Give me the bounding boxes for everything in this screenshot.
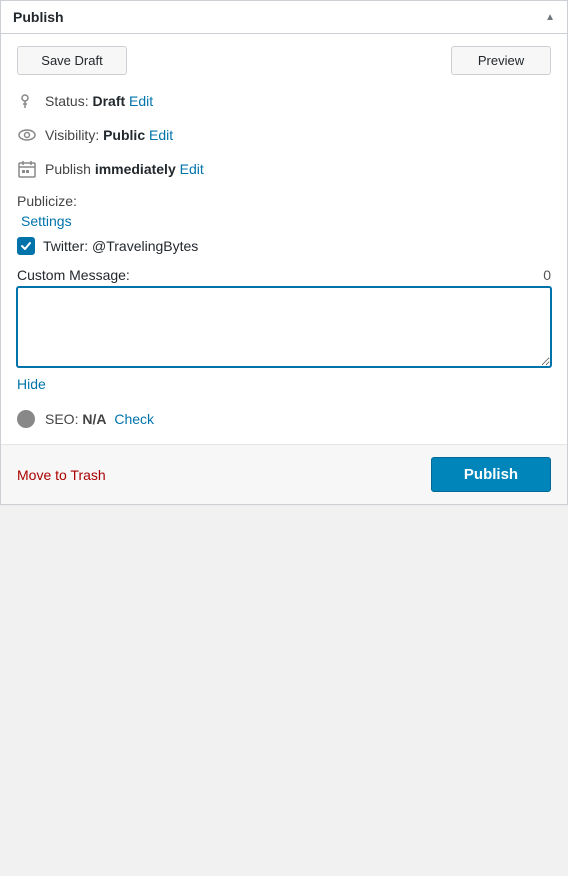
seo-text: SEO: N/A Check: [45, 411, 154, 427]
calendar-icon: [17, 159, 45, 179]
panel-footer: Move to Trash Publish: [1, 444, 567, 504]
hide-link[interactable]: Hide: [17, 376, 46, 392]
custom-message-input[interactable]: [17, 287, 551, 367]
twitter-label: Twitter: @TravelingBytes: [43, 238, 198, 254]
char-count: 0: [543, 267, 551, 283]
custom-message-section: Custom Message: 0 Hide: [17, 267, 551, 406]
visibility-edit-link[interactable]: Edit: [149, 127, 173, 143]
panel-header: Publish ▲: [1, 1, 567, 34]
publish-time-value: immediately: [95, 161, 176, 177]
visibility-row: Visibility: Public Edit: [17, 125, 551, 145]
publish-time-text: Publish immediately Edit: [45, 161, 204, 177]
publish-time-edit-link[interactable]: Edit: [180, 161, 204, 177]
status-edit-link[interactable]: Edit: [129, 93, 153, 109]
publish-time-row: Publish immediately Edit: [17, 159, 551, 179]
seo-value: N/A: [82, 411, 106, 427]
seo-row: SEO: N/A Check: [17, 410, 551, 428]
seo-status-dot: [17, 410, 35, 428]
publish-button[interactable]: Publish: [431, 457, 551, 492]
twitter-checkbox[interactable]: [17, 237, 35, 255]
panel-toggle-icon[interactable]: ▲: [545, 12, 555, 23]
visibility-text: Visibility: Public Edit: [45, 127, 173, 143]
status-row: Status: Draft Edit: [17, 91, 551, 111]
panel-title: Publish: [13, 9, 64, 25]
twitter-checkbox-row: Twitter: @TravelingBytes: [17, 237, 551, 255]
visibility-icon: [17, 125, 45, 145]
publicize-section: Publicize: Settings Twitter: @TravelingB…: [17, 193, 551, 255]
preview-button[interactable]: Preview: [451, 46, 551, 75]
panel-body: Save Draft Preview Status: Draft Edit: [1, 34, 567, 444]
custom-message-label: Custom Message:: [17, 267, 130, 283]
action-buttons-row: Save Draft Preview: [17, 46, 551, 75]
publicize-settings-link[interactable]: Settings: [21, 213, 551, 229]
publish-panel: Publish ▲ Save Draft Preview Status: Dra…: [0, 0, 568, 505]
save-draft-button[interactable]: Save Draft: [17, 46, 127, 75]
checkmark-icon: [20, 240, 32, 252]
custom-message-header: Custom Message: 0: [17, 267, 551, 283]
visibility-value: Public: [103, 127, 145, 143]
seo-check-link[interactable]: Check: [114, 411, 154, 427]
status-value: Draft: [92, 93, 125, 109]
publicize-label: Publicize:: [17, 193, 551, 209]
status-text: Status: Draft Edit: [45, 93, 153, 109]
status-icon: [17, 91, 45, 111]
move-to-trash-link[interactable]: Move to Trash: [17, 467, 106, 483]
